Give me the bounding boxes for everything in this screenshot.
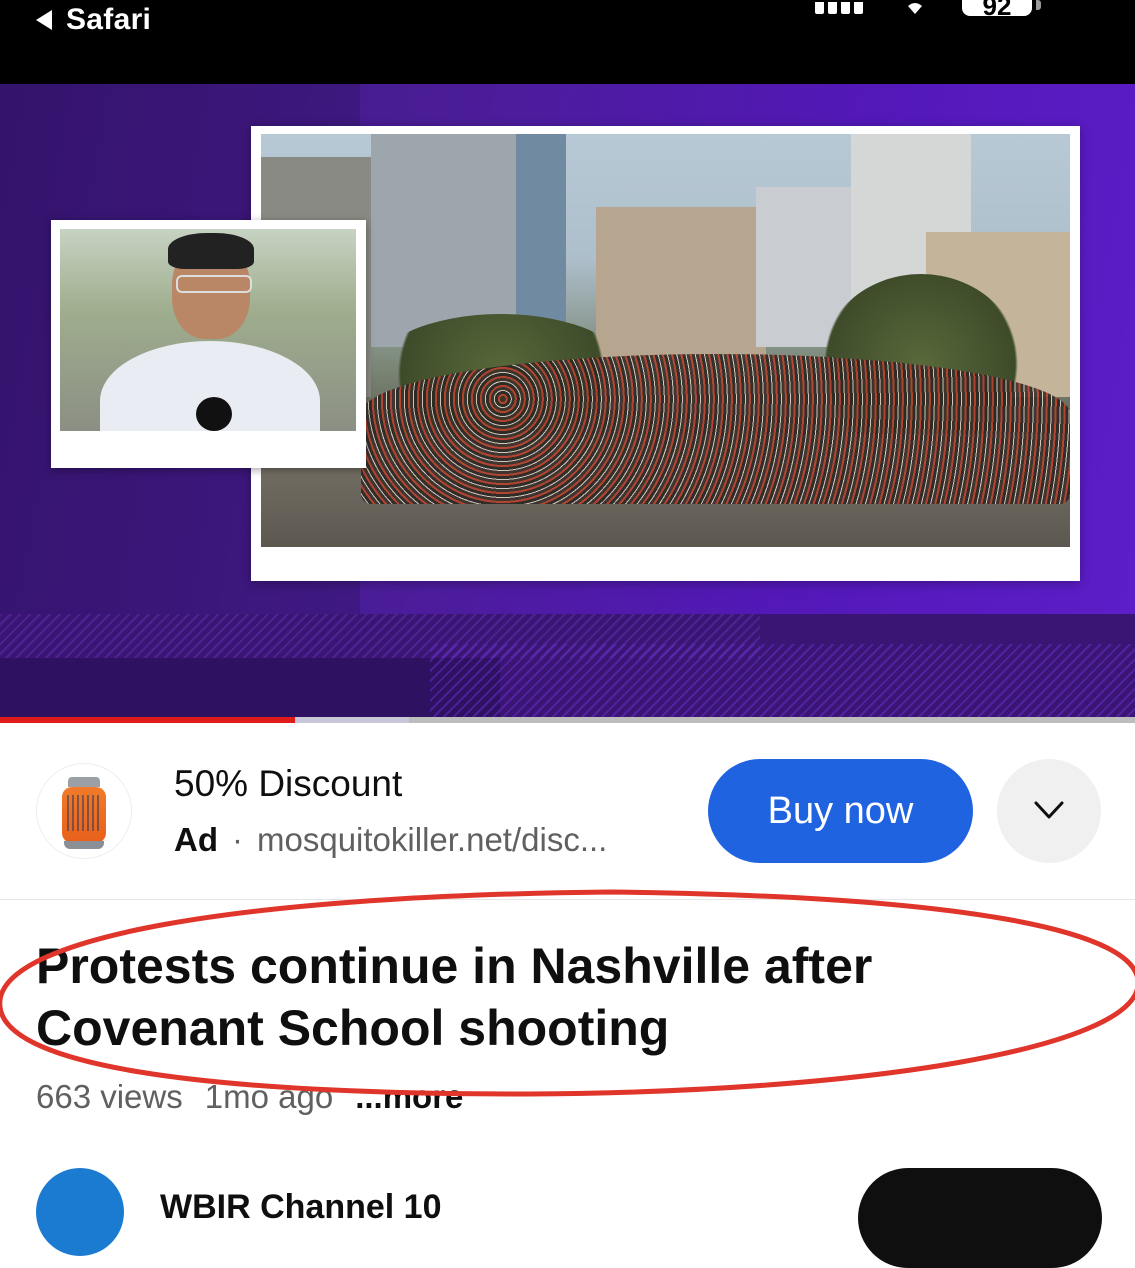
back-arrow-icon (36, 10, 52, 30)
ad-label: Ad (174, 821, 218, 858)
back-app-label: Safari (66, 3, 152, 36)
video-player[interactable] (0, 84, 1135, 720)
battery-indicator: 92 (962, 0, 1032, 16)
ad-meta: Ad · mosquitokiller.net/disc... (174, 821, 607, 859)
reporter-photo-frame (51, 220, 366, 468)
video-title[interactable]: Protests continue in Nashville after Cov… (36, 935, 1096, 1059)
channel-avatar[interactable] (36, 1168, 124, 1256)
ad-separator: · (232, 821, 243, 858)
upload-age: 1mo ago (204, 1078, 334, 1115)
mosquito-killer-logo (36, 763, 132, 859)
ad-url[interactable]: mosquitokiller.net/disc... (257, 821, 607, 858)
battery-tip (1036, 0, 1041, 10)
player-lower-band (0, 614, 1135, 720)
view-count: 663 views (36, 1078, 183, 1115)
status-bar: Safari 92 (0, 0, 1135, 84)
more-description-link[interactable]: ...more (355, 1078, 463, 1115)
microphone-icon (196, 397, 232, 431)
ad-title: 50% Discount (174, 763, 403, 804)
wifi-icon (908, 3, 922, 14)
ad-banner[interactable]: 50% Discount Ad · mosquitokiller.net/disc.… (0, 723, 1135, 900)
video-meta[interactable]: 663 views 1mo ago ...more (36, 1078, 485, 1116)
chevron-down-icon (1034, 801, 1064, 818)
protest-photo-frame (251, 126, 1080, 581)
subscribe-button[interactable] (858, 1168, 1102, 1268)
protest-crowd-image (261, 134, 1070, 547)
cellular-signal-icon (815, 0, 863, 14)
back-to-app-button[interactable]: Safari (36, 2, 151, 38)
reporter-image (60, 229, 356, 431)
channel-name[interactable]: WBIR Channel 10 (160, 1188, 441, 1227)
ad-expand-button[interactable] (997, 759, 1101, 863)
buy-now-button[interactable]: Buy now (708, 759, 973, 863)
